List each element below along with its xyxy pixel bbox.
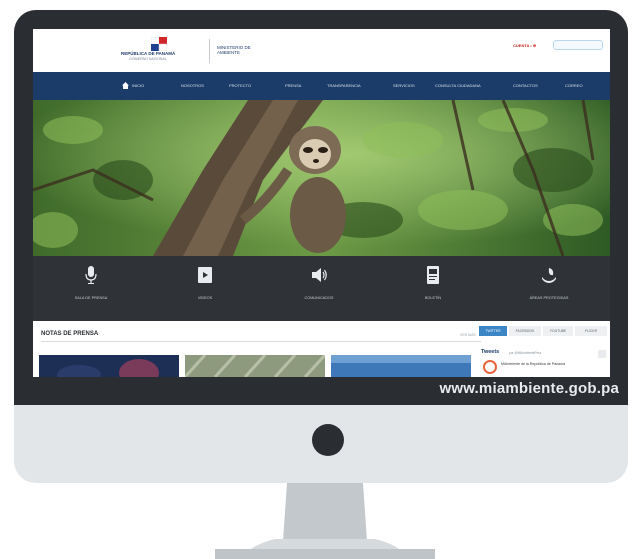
feature-areas-protegidas[interactable]: ÁREAS PROTEGIDAS	[499, 256, 599, 321]
panama-emblem-icon[interactable]	[151, 37, 167, 51]
nav-item-contactos[interactable]: CONTACTOS	[513, 83, 538, 88]
avatar[interactable]	[483, 360, 497, 374]
feature-comunicados[interactable]: COMUNICADOS	[269, 256, 369, 321]
account-link[interactable]: CUENTA • ⊕	[513, 43, 536, 48]
main-navigation: INICIO NOSOTROS PROTECTO PRENSA TRANSPAR…	[33, 72, 610, 100]
social-feed-title: Tweets	[481, 349, 500, 355]
monitor-screen: REPÚBLICA DE PANAMÁ GOBIERNO NACIONAL MI…	[33, 29, 610, 377]
monitor-stand-base	[251, 539, 399, 549]
news-divider	[41, 341, 481, 342]
logo-text: REPÚBLICA DE PANAMÁ	[121, 51, 176, 56]
feature-bar: SALA DE PRENSA VIDEOS COMUNICADOS BOLETÍ…	[33, 256, 610, 321]
nav-item-inicio[interactable]: INICIO	[132, 83, 144, 88]
feature-label: COMUNICADOS	[304, 296, 334, 300]
news-more-link[interactable]: VER MÁS	[460, 333, 476, 337]
social-feed-subtitle: por @MiAmbientePma	[509, 351, 542, 355]
feature-label: SALA DE PRENSA	[74, 296, 108, 300]
microphone-icon	[85, 266, 97, 284]
document-icon	[427, 266, 439, 284]
news-thumbnail[interactable]	[331, 355, 471, 377]
search-input[interactable]	[553, 40, 603, 50]
home-icon[interactable]	[122, 82, 129, 89]
nav-item-prensa[interactable]: PRENSA	[285, 83, 301, 88]
site-header: REPÚBLICA DE PANAMÁ GOBIERNO NACIONAL MI…	[33, 29, 610, 72]
nav-item-servicios[interactable]: SERVICIOS	[393, 83, 415, 88]
feature-boletin[interactable]: BOLETÍN	[383, 256, 483, 321]
nav-item-nosotros[interactable]: NOSOTROS	[181, 83, 204, 88]
feature-label: ÁREAS PROTEGIDAS	[529, 296, 569, 300]
nav-item-transparencia[interactable]: TRANSPARENCIA	[327, 83, 361, 88]
website-url-label: www.miambiente.gob.pa	[439, 380, 619, 397]
hero-sloth-photo	[33, 100, 610, 256]
power-button	[312, 424, 344, 456]
leaf-hand-icon	[542, 268, 556, 283]
tab-facebook[interactable]: FACEBOOK	[509, 326, 541, 336]
feature-label: BOLETÍN	[424, 296, 442, 300]
feature-sala-de-prensa[interactable]: SALA DE PRENSA	[41, 256, 141, 321]
news-thumbnail[interactable]	[185, 355, 325, 377]
nav-item-correo[interactable]: CORREO	[565, 83, 583, 88]
social-post-text: MiAmbiente de la República de Panamá	[501, 362, 566, 366]
tab-youtube[interactable]: YOUTUBE	[543, 326, 573, 336]
speaker-icon	[312, 268, 327, 282]
feature-videos[interactable]: VIDEOS	[155, 256, 255, 321]
monitor-stand-neck	[283, 483, 367, 541]
tab-flickr[interactable]: FLICKR	[575, 326, 607, 336]
nav-item-protecto[interactable]: PROTECTO	[229, 83, 251, 88]
nav-item-consulta-ciudadana[interactable]: CONSULTA CIUDADANA	[435, 83, 481, 88]
ministry-name-line2: AMBIENTE	[217, 50, 241, 55]
news-thumbnail[interactable]	[39, 355, 179, 377]
monitor-stand-foot	[215, 549, 435, 559]
news-section-title: NOTAS DE PRENSA	[41, 331, 99, 337]
ministry-name: MINISTERIO DE AMBIENTE	[217, 45, 277, 55]
social-feed-badge	[598, 350, 606, 358]
monitor-stand	[215, 483, 435, 559]
feature-label: VIDEOS	[197, 296, 213, 300]
tab-twitter[interactable]: TWITTER	[479, 326, 507, 336]
header-divider	[209, 39, 210, 63]
logo-subtitle: GOBIERNO NACIONAL	[129, 57, 167, 61]
video-icon	[198, 267, 212, 283]
